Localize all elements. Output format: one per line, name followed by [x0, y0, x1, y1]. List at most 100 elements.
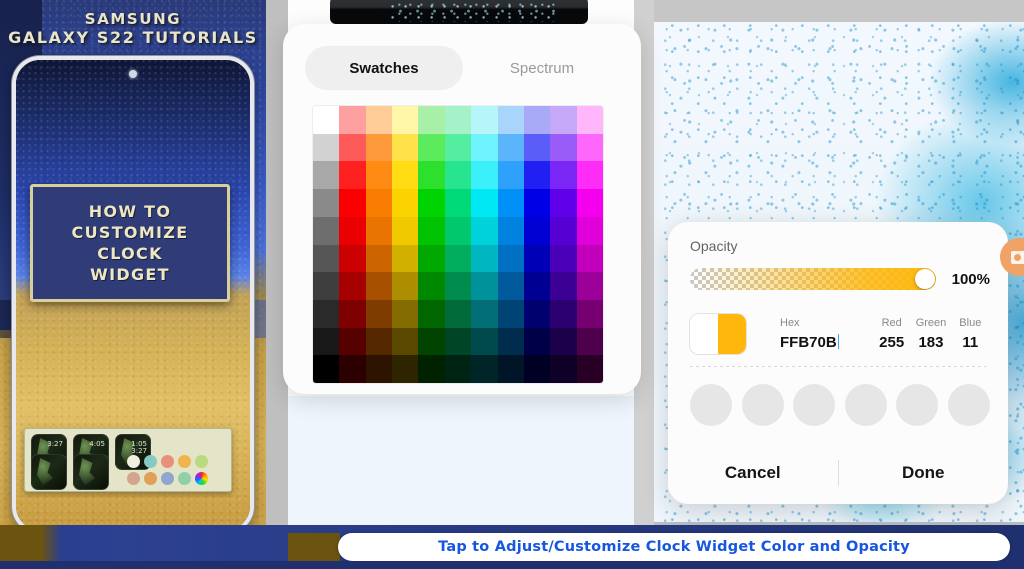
swatch-cell[interactable]	[471, 355, 498, 383]
swatch-cell[interactable]	[444, 189, 472, 217]
swatch-cell[interactable]	[444, 133, 472, 162]
swatch-cell[interactable]	[444, 216, 472, 245]
recent-color-swatch[interactable]	[741, 384, 784, 426]
swatch-cell[interactable]	[392, 327, 419, 356]
swatch-cell[interactable]	[418, 189, 445, 217]
done-button[interactable]: Done	[839, 463, 1009, 483]
swatch-cell[interactable]	[365, 299, 393, 328]
swatch-cell[interactable]	[444, 244, 472, 273]
recent-color-swatch[interactable]	[690, 384, 732, 426]
swatch-cell[interactable]	[418, 299, 445, 328]
swatch-cell[interactable]	[339, 244, 366, 273]
recent-color-swatch[interactable]	[793, 384, 836, 426]
swatch-cell[interactable]	[418, 216, 445, 245]
swatch-cell[interactable]	[339, 299, 366, 328]
widget-thumbnail[interactable]	[73, 454, 109, 490]
swatch-cell[interactable]	[471, 216, 498, 245]
swatch-cell[interactable]	[365, 161, 393, 190]
widget-color-dots[interactable]	[127, 455, 227, 489]
swatch-cell[interactable]	[418, 355, 445, 383]
color-wheel-icon[interactable]	[195, 472, 208, 485]
swatch-cell[interactable]	[418, 133, 445, 162]
swatch-cell[interactable]	[444, 299, 472, 328]
widget-picker-sheet[interactable]: 3:27 4:05 1:05 3:27	[24, 428, 232, 492]
swatch-cell[interactable]	[365, 189, 393, 217]
blue-field[interactable]: Blue 11	[951, 317, 990, 351]
swatch-cell[interactable]	[339, 272, 366, 300]
swatch-cell[interactable]	[365, 216, 393, 245]
swatch-cell[interactable]	[576, 161, 603, 190]
swatch-cell[interactable]	[497, 327, 524, 356]
green-field[interactable]: Green 183	[911, 317, 950, 351]
swatch-cell[interactable]	[471, 106, 498, 134]
swatch-cell[interactable]	[497, 189, 524, 217]
swatch-cell[interactable]	[471, 244, 498, 273]
swatch-cell[interactable]	[313, 272, 340, 300]
swatch-cell[interactable]	[550, 355, 577, 383]
swatch-cell[interactable]	[392, 161, 419, 190]
swatch-cell[interactable]	[444, 272, 472, 300]
swatch-cell[interactable]	[550, 216, 577, 245]
swatch-cell[interactable]	[497, 272, 524, 300]
swatch-cell[interactable]	[576, 355, 603, 383]
swatch-cell[interactable]	[418, 106, 445, 134]
swatch-cell[interactable]	[339, 161, 366, 190]
swatch-cell[interactable]	[392, 272, 419, 300]
swatch-cell[interactable]	[418, 272, 445, 300]
recent-colors[interactable]	[690, 384, 990, 426]
tab-swatches[interactable]: Swatches	[305, 46, 463, 90]
swatch-cell[interactable]	[392, 189, 419, 217]
swatch-cell[interactable]	[523, 327, 551, 356]
swatch-cell[interactable]	[497, 161, 524, 190]
swatch-cell[interactable]	[576, 299, 603, 328]
swatch-cell[interactable]	[365, 327, 393, 356]
swatch-cell[interactable]	[550, 106, 577, 134]
swatch-cell[interactable]	[497, 216, 524, 245]
red-field[interactable]: Red 255	[872, 317, 911, 351]
swatch-cell[interactable]	[392, 244, 419, 273]
recent-color-swatch[interactable]	[844, 384, 887, 426]
swatch-cell[interactable]	[365, 272, 393, 300]
swatch-cell[interactable]	[550, 299, 577, 328]
swatch-cell[interactable]	[444, 161, 472, 190]
widget-color-dot[interactable]	[144, 472, 157, 485]
swatch-cell[interactable]	[550, 189, 577, 217]
swatch-cell[interactable]	[365, 106, 393, 134]
swatch-cell[interactable]	[523, 244, 551, 273]
swatch-cell[interactable]	[523, 133, 551, 162]
swatch-cell[interactable]	[523, 355, 551, 383]
swatch-cell[interactable]	[497, 244, 524, 273]
widget-color-dot[interactable]	[161, 455, 174, 468]
swatch-cell[interactable]	[392, 106, 419, 134]
swatch-cell[interactable]	[497, 355, 524, 383]
swatch-cell[interactable]	[497, 106, 524, 134]
widget-thumbnail[interactable]	[31, 454, 67, 490]
swatch-cell[interactable]	[550, 272, 577, 300]
swatch-cell[interactable]	[576, 216, 603, 245]
swatch-cell[interactable]	[576, 189, 603, 217]
swatch-cell[interactable]	[392, 133, 419, 162]
swatch-cell[interactable]	[313, 244, 340, 273]
swatch-cell[interactable]	[339, 216, 366, 245]
swatch-cell[interactable]	[576, 106, 603, 134]
swatch-cell[interactable]	[471, 189, 498, 217]
cancel-button[interactable]: Cancel	[668, 463, 838, 483]
swatch-cell[interactable]	[497, 299, 524, 328]
swatch-cell[interactable]	[418, 244, 445, 273]
swatch-cell[interactable]	[523, 216, 551, 245]
swatch-cell[interactable]	[471, 272, 498, 300]
swatch-cell[interactable]	[523, 299, 551, 328]
swatch-cell[interactable]	[523, 189, 551, 217]
swatch-cell[interactable]	[523, 161, 551, 190]
swatch-cell[interactable]	[339, 133, 366, 162]
recent-color-swatch[interactable]	[947, 384, 990, 426]
swatch-cell[interactable]	[444, 106, 472, 134]
swatch-cell[interactable]	[313, 161, 340, 190]
swatch-cell[interactable]	[339, 327, 366, 356]
widget-color-dot[interactable]	[178, 472, 191, 485]
swatch-cell[interactable]	[365, 244, 393, 273]
swatch-cell[interactable]	[313, 355, 340, 383]
swatch-cell[interactable]	[339, 106, 366, 134]
swatch-cell[interactable]	[392, 355, 419, 383]
hex-field[interactable]: Hex FFB70B	[768, 317, 872, 351]
